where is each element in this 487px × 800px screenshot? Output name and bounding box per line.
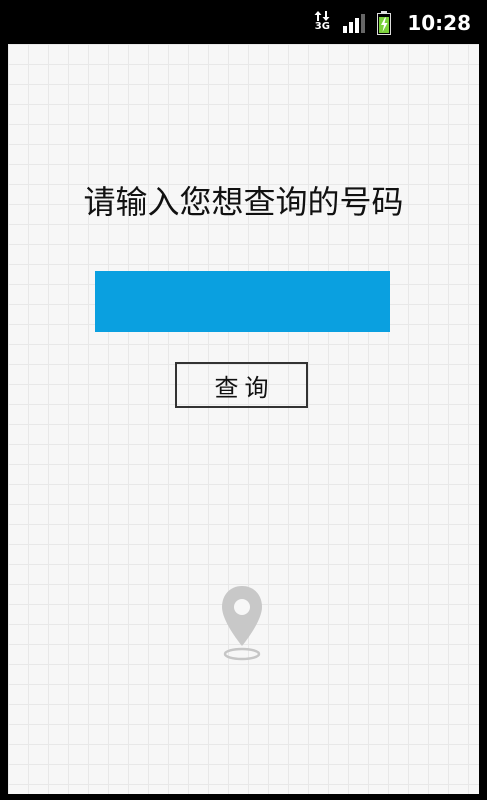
- 3g-data-icon: 3G: [313, 11, 331, 35]
- data-arrows-icon: [314, 11, 330, 21]
- network-type-label: 3G: [314, 21, 330, 32]
- battery-charging-icon: [377, 11, 392, 35]
- status-bar: 3G 10:28: [0, 0, 487, 44]
- query-button[interactable]: 查询: [175, 362, 308, 408]
- signal-strength-icon: [343, 14, 366, 33]
- status-icons: 3G 10:28: [313, 10, 471, 36]
- clock: 10:28: [407, 11, 471, 35]
- prompt-label: 请输入您想查询的号码: [83, 183, 404, 221]
- phone-screen: 3G 10:28 请输入您想查询的号码 查询: [0, 0, 487, 800]
- phone-number-input[interactable]: [95, 271, 390, 332]
- location-pin-icon: [222, 586, 262, 661]
- main-content: 请输入您想查询的号码 查询: [8, 44, 479, 794]
- bottom-edge: [0, 794, 487, 800]
